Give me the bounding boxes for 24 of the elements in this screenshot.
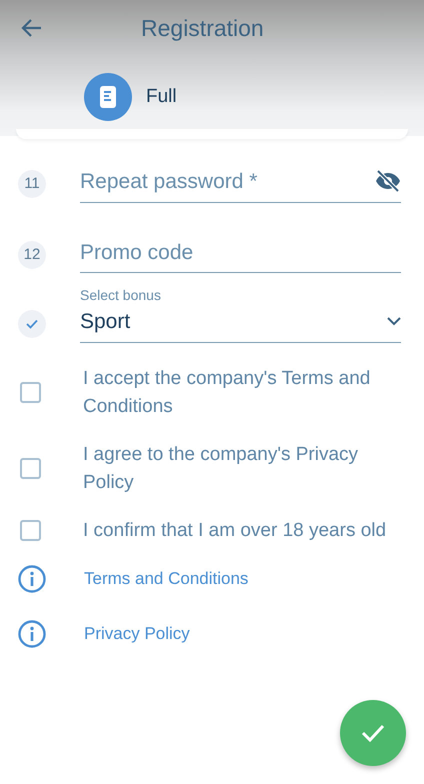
mode-label: Full xyxy=(146,84,177,109)
submit-button[interactable] xyxy=(340,700,406,766)
password-field[interactable]: Repeat password * xyxy=(80,166,375,202)
page-title: Registration xyxy=(141,14,264,43)
visibility-off-icon[interactable] xyxy=(375,170,401,192)
link[interactable]: Privacy Policy xyxy=(84,620,190,646)
info-icon xyxy=(18,620,46,648)
promo-code-field[interactable]: Promo code xyxy=(80,236,401,272)
step-number: 12 xyxy=(18,240,46,269)
step-number: 11 xyxy=(18,170,46,198)
check-icon[interactable] xyxy=(361,724,385,742)
checkbox[interactable] xyxy=(20,458,41,479)
select-label: Select bonus xyxy=(80,286,162,305)
document-icon xyxy=(84,73,132,121)
info-icon xyxy=(18,564,46,592)
agreement-text: I confirm that I am over 18 years old xyxy=(83,518,388,542)
checkbox[interactable] xyxy=(20,382,41,403)
bonus-select[interactable]: Sport xyxy=(80,306,401,342)
link[interactable]: Terms and Conditions xyxy=(84,566,248,592)
chevron-down-icon xyxy=(387,317,401,326)
checkbox[interactable] xyxy=(20,520,41,541)
agreement-text: I agree to the company's Privacy Policy xyxy=(83,442,360,494)
agreement-text: I accept the company's Terms and Conditions xyxy=(83,366,372,418)
back-arrow-icon[interactable] xyxy=(21,18,43,38)
